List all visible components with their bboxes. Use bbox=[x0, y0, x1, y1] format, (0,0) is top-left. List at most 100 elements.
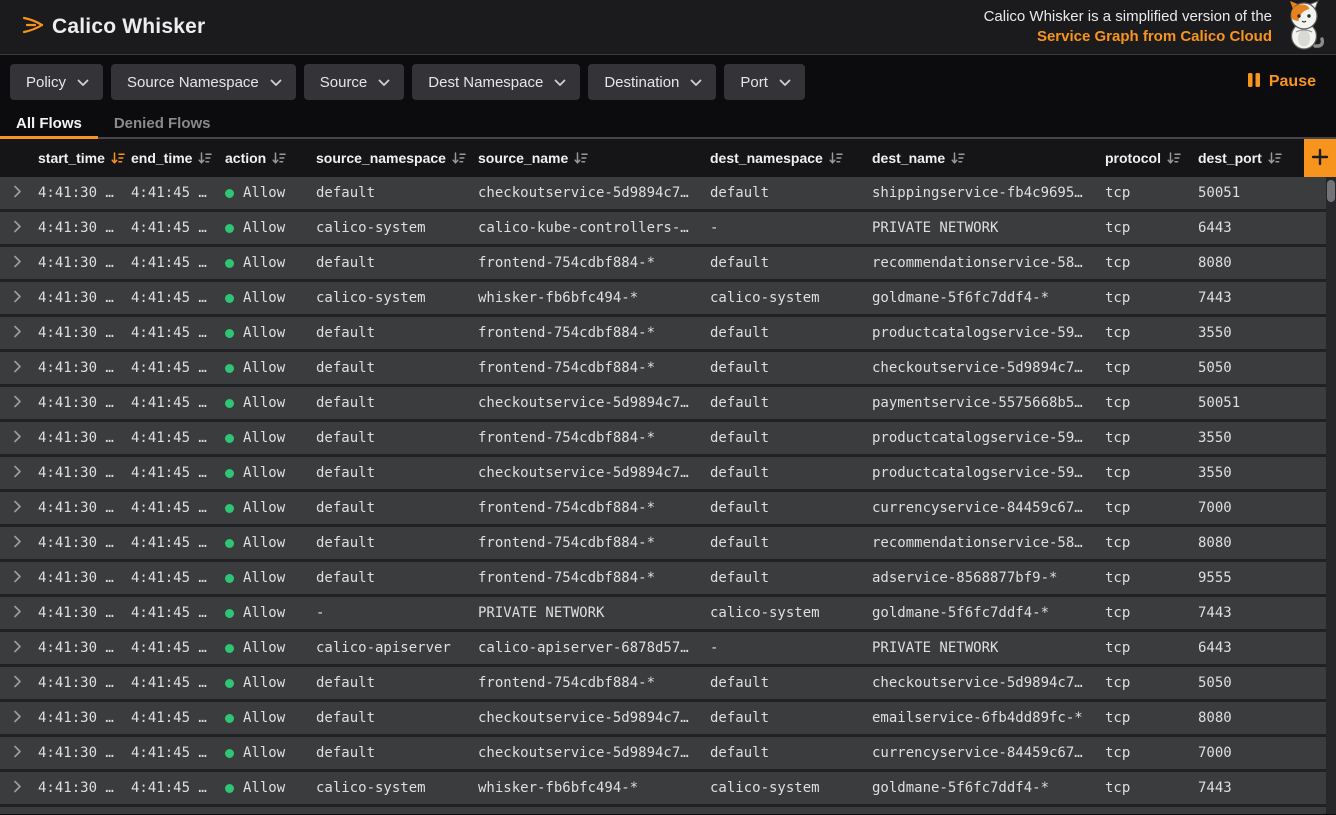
tab-denied-flows[interactable]: Denied Flows bbox=[98, 109, 227, 137]
row-expand-chevron-icon[interactable] bbox=[13, 745, 22, 762]
row-expand-chevron-icon[interactable] bbox=[13, 605, 22, 622]
filter-source-namespace[interactable]: Source Namespace bbox=[111, 64, 296, 100]
column-header-source-namespace[interactable]: source_namespace bbox=[316, 150, 478, 166]
row-expand-chevron-icon[interactable] bbox=[13, 185, 22, 202]
flow-row[interactable]: 4:41:30 …4:41:45 …Allowcalico-systemwhis… bbox=[0, 772, 1326, 807]
flow-row[interactable]: 4:41:30 …4:41:45 …Allowdefaultfrontend-7… bbox=[0, 527, 1326, 562]
cell-end-time: 4:41:45 … bbox=[131, 745, 225, 761]
sort-icon bbox=[198, 152, 212, 165]
cell-dest-namespace: default bbox=[710, 745, 872, 761]
flow-row-partial[interactable] bbox=[0, 807, 1326, 814]
calico-cat-mascot bbox=[1282, 0, 1328, 55]
expand-cell[interactable] bbox=[10, 430, 38, 447]
filter-port[interactable]: Port bbox=[724, 64, 805, 100]
cell-protocol: tcp bbox=[1105, 185, 1198, 201]
expand-cell[interactable] bbox=[10, 710, 38, 727]
cell-protocol: tcp bbox=[1105, 710, 1198, 726]
row-expand-chevron-icon[interactable] bbox=[13, 360, 22, 377]
expand-cell[interactable] bbox=[10, 360, 38, 377]
cell-action: Allow bbox=[225, 570, 316, 586]
cell-start-time: 4:41:30 … bbox=[38, 465, 131, 481]
expand-cell[interactable] bbox=[10, 640, 38, 657]
row-expand-chevron-icon[interactable] bbox=[13, 395, 22, 412]
pause-button[interactable]: Pause bbox=[1241, 71, 1322, 94]
flow-row[interactable]: 4:41:30 …4:41:45 …Allowdefaultcheckoutse… bbox=[0, 457, 1326, 492]
column-header-dest-namespace[interactable]: dest_namespace bbox=[710, 150, 872, 166]
table-header-columns: start_timeend_timeactionsource_namespace… bbox=[0, 139, 1304, 177]
flow-row[interactable]: 4:41:30 …4:41:45 …Allowdefaultfrontend-7… bbox=[0, 352, 1326, 387]
row-expand-chevron-icon[interactable] bbox=[13, 465, 22, 482]
cell-source-name: checkoutservice-5d9894c7… bbox=[478, 395, 710, 411]
app-header: Calico Whisker Calico Whisker is a simpl… bbox=[0, 0, 1336, 55]
tagline: Calico Whisker is a simplified version o… bbox=[984, 7, 1272, 47]
filter-source[interactable]: Source bbox=[304, 64, 405, 100]
expand-cell[interactable] bbox=[10, 185, 38, 202]
row-expand-chevron-icon[interactable] bbox=[13, 570, 22, 587]
service-graph-link[interactable]: Service Graph from Calico Cloud bbox=[1037, 27, 1272, 47]
column-header-protocol[interactable]: protocol bbox=[1105, 150, 1198, 166]
row-expand-chevron-icon[interactable] bbox=[13, 290, 22, 307]
cell-dest-namespace: default bbox=[710, 675, 872, 691]
flow-row[interactable]: 4:41:30 …4:41:45 …Allowdefaultfrontend-7… bbox=[0, 247, 1326, 282]
column-header-end-time[interactable]: end_time bbox=[131, 150, 225, 166]
cell-dest-port: 7000 bbox=[1198, 745, 1326, 761]
column-header-dest-name[interactable]: dest_name bbox=[872, 150, 1105, 166]
flow-row[interactable]: 4:41:30 …4:41:45 …Allowdefaultfrontend-7… bbox=[0, 422, 1326, 457]
column-label: dest_port bbox=[1198, 150, 1262, 166]
expand-cell[interactable] bbox=[10, 780, 38, 797]
column-header-source-name[interactable]: source_name bbox=[478, 150, 710, 166]
cell-source-namespace: default bbox=[316, 535, 478, 551]
filter-dest-namespace[interactable]: Dest Namespace bbox=[412, 64, 580, 100]
row-expand-chevron-icon[interactable] bbox=[13, 255, 22, 272]
flow-row[interactable]: 4:41:30 …4:41:45 …Allowdefaultcheckoutse… bbox=[0, 177, 1326, 212]
column-header-dest-port[interactable]: dest_port bbox=[1198, 150, 1304, 166]
row-expand-chevron-icon[interactable] bbox=[13, 780, 22, 797]
add-column-button[interactable] bbox=[1304, 139, 1336, 177]
flow-row[interactable]: 4:41:30 …4:41:45 …Allowcalico-systemcali… bbox=[0, 212, 1326, 247]
flow-row[interactable]: 4:41:30 …4:41:45 …Allowdefaultcheckoutse… bbox=[0, 387, 1326, 422]
flow-row[interactable]: 4:41:30 …4:41:45 …Allowdefaultcheckoutse… bbox=[0, 702, 1326, 737]
expand-cell[interactable] bbox=[10, 745, 38, 762]
column-header-action[interactable]: action bbox=[225, 150, 316, 166]
cell-protocol: tcp bbox=[1105, 430, 1198, 446]
row-expand-chevron-icon[interactable] bbox=[13, 430, 22, 447]
flow-row[interactable]: 4:41:30 …4:41:45 …Allow-PRIVATE NETWORKc… bbox=[0, 597, 1326, 632]
cell-end-time: 4:41:45 … bbox=[131, 710, 225, 726]
cell-end-time: 4:41:45 … bbox=[131, 220, 225, 236]
expand-cell[interactable] bbox=[10, 290, 38, 307]
row-expand-chevron-icon[interactable] bbox=[13, 500, 22, 517]
expand-cell[interactable] bbox=[10, 500, 38, 517]
expand-cell[interactable] bbox=[10, 255, 38, 272]
row-expand-chevron-icon[interactable] bbox=[13, 325, 22, 342]
expand-cell[interactable] bbox=[10, 220, 38, 237]
expand-cell[interactable] bbox=[10, 605, 38, 622]
expand-cell[interactable] bbox=[10, 675, 38, 692]
row-expand-chevron-icon[interactable] bbox=[13, 535, 22, 552]
flow-row[interactable]: 4:41:30 …4:41:45 …Allowdefaultfrontend-7… bbox=[0, 317, 1326, 352]
expand-cell[interactable] bbox=[10, 325, 38, 342]
scrollbar-thumb[interactable] bbox=[1327, 180, 1335, 202]
cell-end-time: 4:41:45 … bbox=[131, 780, 225, 796]
flow-row[interactable]: 4:41:30 …4:41:45 …Allowdefaultcheckoutse… bbox=[0, 737, 1326, 772]
row-expand-chevron-icon[interactable] bbox=[13, 710, 22, 727]
filter-destination[interactable]: Destination bbox=[588, 64, 716, 100]
expand-cell[interactable] bbox=[10, 535, 38, 552]
expand-cell[interactable] bbox=[10, 395, 38, 412]
row-expand-chevron-icon[interactable] bbox=[13, 675, 22, 692]
cell-dest-name: recommendationservice-58… bbox=[872, 535, 1105, 551]
flow-row[interactable]: 4:41:30 …4:41:45 …Allowdefaultfrontend-7… bbox=[0, 492, 1326, 527]
expand-cell[interactable] bbox=[10, 465, 38, 482]
expand-cell[interactable] bbox=[10, 570, 38, 587]
filter-policy[interactable]: Policy bbox=[10, 64, 103, 100]
scrollbar-track[interactable] bbox=[1326, 177, 1336, 814]
flow-row[interactable]: 4:41:30 …4:41:45 …Allowcalico-systemwhis… bbox=[0, 282, 1326, 317]
flow-row[interactable]: 4:41:30 …4:41:45 …Allowdefaultfrontend-7… bbox=[0, 562, 1326, 597]
row-expand-chevron-icon[interactable] bbox=[13, 220, 22, 237]
flow-row[interactable]: 4:41:30 …4:41:45 …Allowdefaultfrontend-7… bbox=[0, 667, 1326, 702]
flow-row[interactable]: 4:41:30 …4:41:45 …Allowcalico-apiserverc… bbox=[0, 632, 1326, 667]
row-expand-chevron-icon[interactable] bbox=[13, 640, 22, 657]
column-header-start-time[interactable]: start_time bbox=[38, 150, 131, 166]
tab-all-flows[interactable]: All Flows bbox=[0, 109, 98, 137]
column-label: source_namespace bbox=[316, 150, 446, 166]
sort-icon bbox=[951, 152, 965, 165]
